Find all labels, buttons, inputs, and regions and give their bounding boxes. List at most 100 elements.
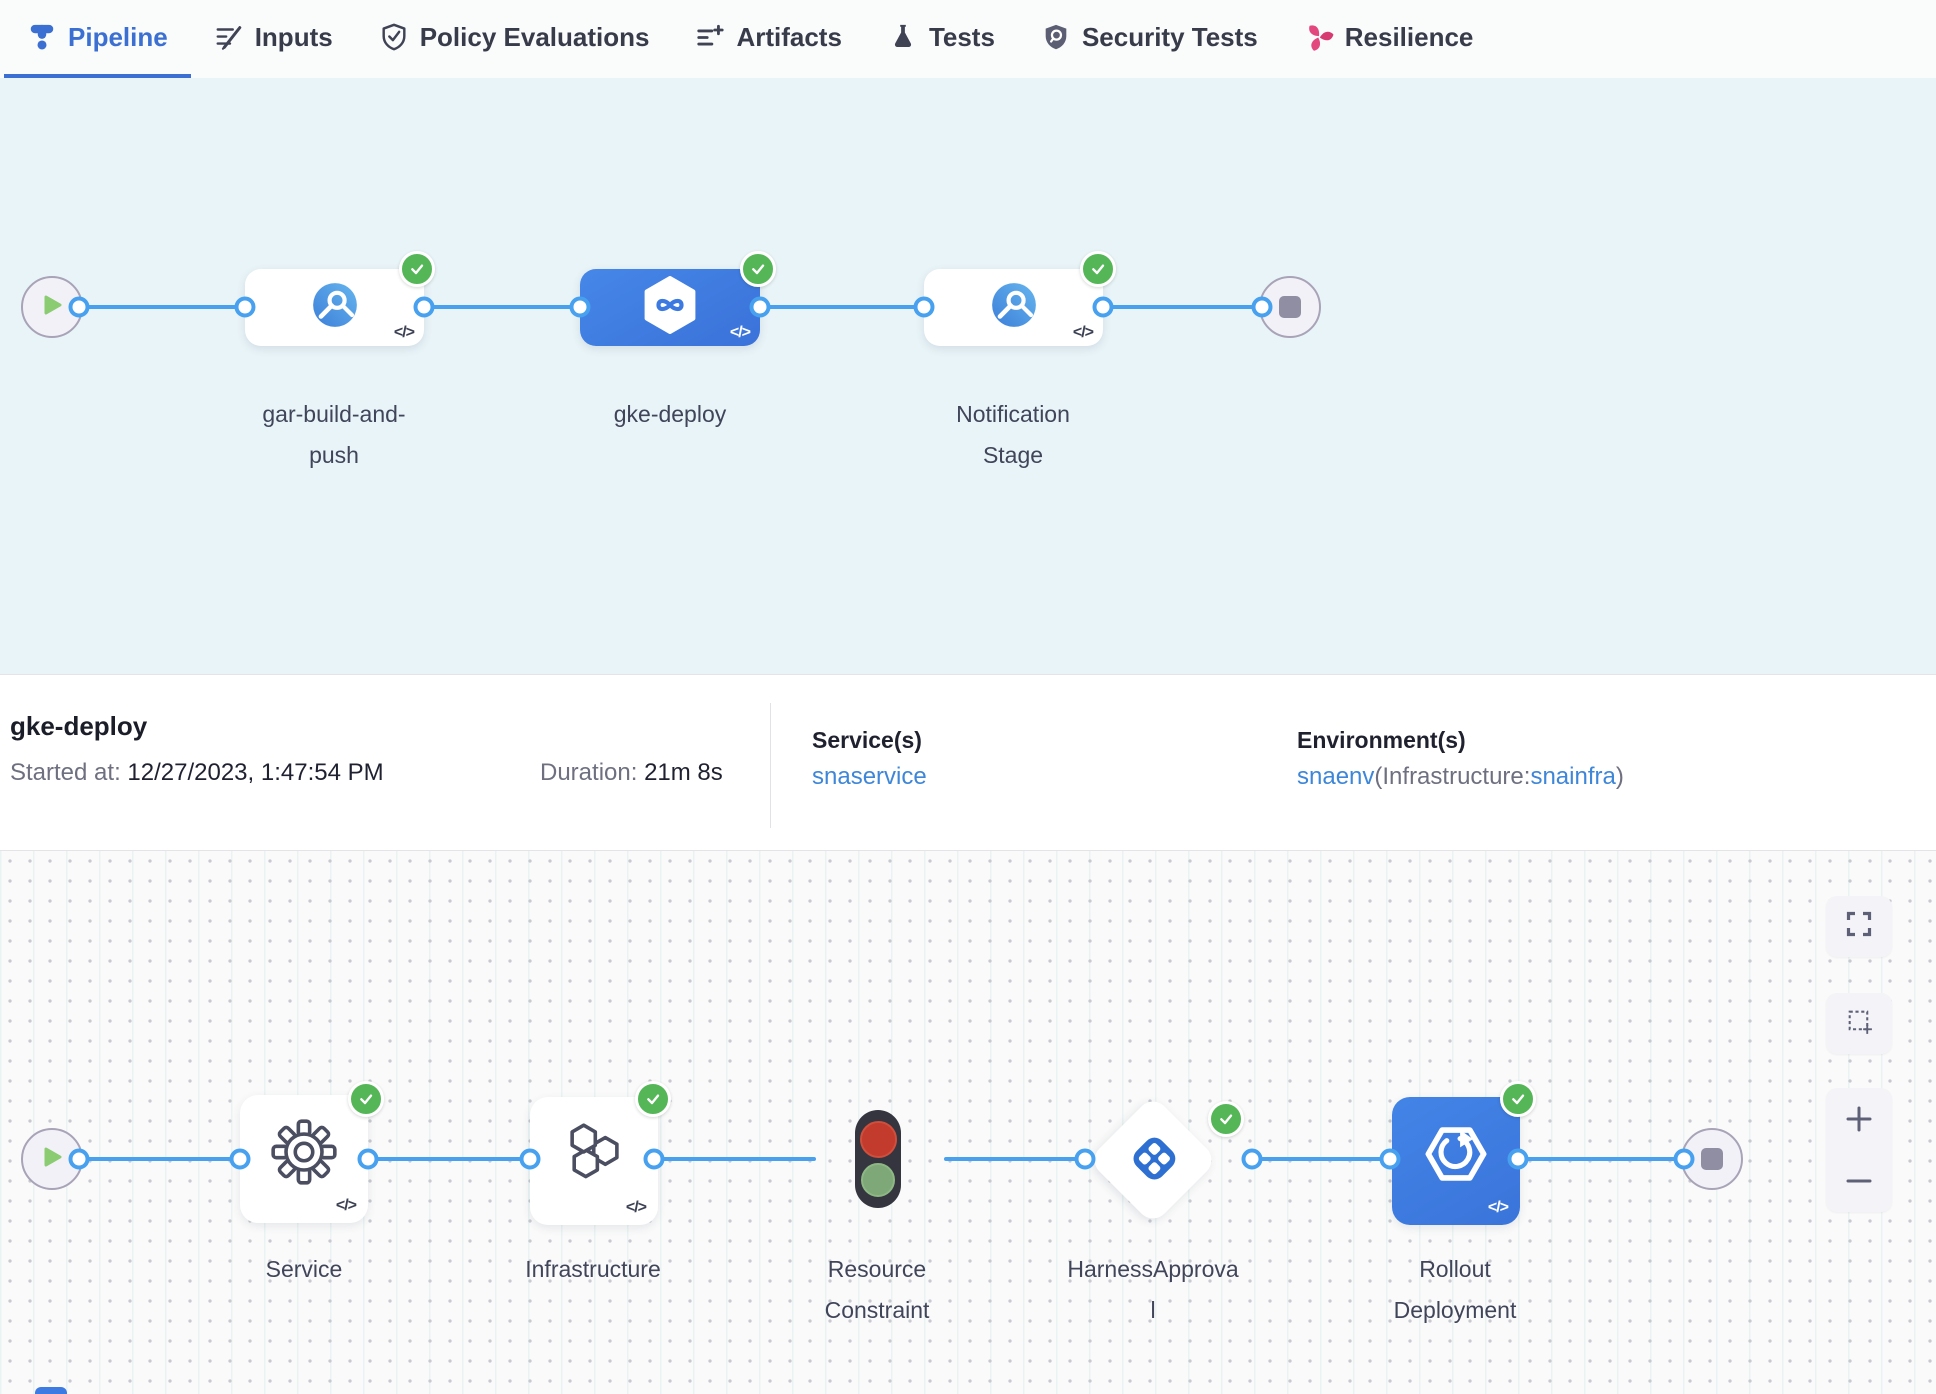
hexagons-icon	[557, 1117, 631, 1196]
tab-artifacts[interactable]: Artifacts	[672, 0, 864, 78]
connector-port	[235, 297, 256, 318]
connector-port	[1380, 1149, 1401, 1170]
tab-inputs[interactable]: Inputs	[191, 0, 356, 78]
list-plus-icon	[695, 22, 725, 52]
play-icon	[40, 293, 64, 322]
exec-edge	[944, 1157, 1085, 1161]
build-stage-icon	[310, 280, 360, 335]
step-node-rollout-deployment[interactable]: </>	[1392, 1097, 1520, 1225]
stage-label[interactable]: gar-build-and-push	[249, 394, 419, 476]
exec-edge	[1518, 1157, 1684, 1161]
zoom-controls	[1826, 1088, 1892, 1212]
started-at-row: Started at: 12/27/2023, 1:47:54 PM	[10, 759, 384, 787]
yaml-code-badge: </>	[730, 324, 750, 342]
rollout-icon	[1415, 1113, 1497, 1200]
traffic-light-red-icon	[860, 1121, 897, 1158]
step-label[interactable]: HarnessApproval	[1067, 1249, 1239, 1331]
step-label[interactable]: Service	[204, 1249, 404, 1290]
zoom-out-button[interactable]	[1826, 1150, 1892, 1212]
traffic-light-green-icon	[861, 1163, 895, 1197]
step-node-infrastructure[interactable]: </>	[530, 1097, 658, 1225]
yaml-code-badge: </>	[626, 1199, 646, 1217]
stage-title: gke-deploy	[10, 711, 147, 742]
tab-policy-evaluations[interactable]: Policy Evaluations	[356, 0, 673, 78]
connector-port	[1252, 297, 1273, 318]
yaml-code-badge: </>	[1073, 324, 1093, 342]
exec-edge	[654, 1157, 816, 1161]
tab-security-tests[interactable]: Security Tests	[1018, 0, 1281, 78]
stage-label[interactable]: Notification Stage	[928, 394, 1098, 476]
stage-node-gke-deploy[interactable]: </>	[580, 269, 760, 346]
success-badge	[1080, 251, 1116, 287]
connector-port	[69, 1149, 90, 1170]
step-node-service[interactable]: </>	[240, 1095, 368, 1223]
step-node-resource-constraint[interactable]	[855, 1110, 901, 1208]
stage-label[interactable]: gke-deploy	[570, 394, 770, 435]
tab-label: Resilience	[1345, 22, 1474, 53]
execution-graph-canvas[interactable]: </> </>	[0, 851, 1936, 1394]
execution-tab-bar: Pipeline Inputs Policy Evaluations	[0, 0, 1936, 78]
connector-port	[570, 297, 591, 318]
exec-edge	[368, 1157, 530, 1161]
pipeline-execution-page: Pipeline Inputs Policy Evaluations	[0, 0, 1936, 1394]
zoom-in-button[interactable]	[1826, 1088, 1892, 1150]
success-badge	[1500, 1081, 1536, 1117]
inputs-icon	[214, 22, 244, 52]
execution-summary-bar: gke-deploy Started at: 12/27/2023, 1:47:…	[0, 674, 1936, 851]
pipeline-icon	[27, 22, 57, 52]
duration-row: Duration: 21m 8s	[540, 759, 723, 787]
infrastructure-link[interactable]: snainfra	[1530, 763, 1615, 790]
fullscreen-icon	[1844, 909, 1874, 944]
connector-port	[230, 1149, 251, 1170]
connector-port	[1508, 1149, 1529, 1170]
zoom-out-icon	[1842, 1164, 1876, 1198]
marquee-select-button[interactable]	[1826, 993, 1892, 1054]
tab-label: Policy Evaluations	[420, 22, 650, 53]
services-heading: Service(s)	[812, 727, 922, 754]
fullscreen-button[interactable]	[1826, 896, 1892, 957]
gear-icon	[267, 1115, 341, 1194]
stage-node-notification-stage[interactable]: </>	[924, 269, 1103, 346]
connector-port	[750, 297, 771, 318]
connector-port	[644, 1149, 665, 1170]
security-shield-icon	[1041, 22, 1071, 52]
yaml-code-badge: </>	[394, 324, 414, 342]
environment-row: snaenv(Infrastructure:snainfra)	[1297, 763, 1624, 791]
connector-port	[1093, 297, 1114, 318]
play-icon	[40, 1145, 64, 1174]
tab-label: Security Tests	[1082, 22, 1258, 53]
stop-icon	[1701, 1148, 1723, 1170]
tab-pipeline[interactable]: Pipeline	[4, 0, 191, 78]
connector-port	[358, 1149, 379, 1170]
tab-tests[interactable]: Tests	[865, 0, 1018, 78]
stage-node-gar-build-and-push[interactable]: </>	[245, 269, 424, 346]
success-badge	[399, 251, 435, 287]
started-at-value: 12/27/2023, 1:47:54 PM	[127, 759, 383, 786]
tab-label: Inputs	[255, 22, 333, 53]
tab-resilience[interactable]: Resilience	[1281, 0, 1497, 78]
step-label[interactable]: Infrastructure	[493, 1249, 693, 1290]
connector-port	[914, 297, 935, 318]
build-stage-icon	[989, 280, 1039, 335]
duration-label: Duration:	[540, 759, 637, 786]
environment-link[interactable]: snaenv	[1297, 763, 1374, 790]
duration-value: 21m 8s	[644, 759, 723, 786]
stop-icon	[1279, 296, 1301, 318]
service-link[interactable]: snaservice	[812, 763, 927, 790]
step-node-harness-approval[interactable]	[1088, 1095, 1218, 1225]
tab-label: Artifacts	[736, 22, 841, 53]
success-badge	[348, 1081, 384, 1117]
marquee-select-icon	[1844, 1006, 1875, 1042]
connector-port	[1242, 1149, 1263, 1170]
environments-heading: Environment(s)	[1297, 727, 1466, 754]
started-at-label: Started at:	[10, 759, 121, 786]
service-link-row: snaservice	[812, 763, 927, 791]
exec-edge	[79, 1157, 240, 1161]
success-badge	[740, 251, 776, 287]
step-label[interactable]: Resource Constraint	[792, 1249, 962, 1331]
infrastructure-suffix: )	[1616, 763, 1624, 790]
shield-check-icon	[379, 22, 409, 52]
vertical-divider	[770, 703, 771, 828]
stage-graph-canvas[interactable]: </> </> </>	[0, 78, 1936, 674]
step-label[interactable]: Rollout Deployment	[1370, 1249, 1540, 1331]
